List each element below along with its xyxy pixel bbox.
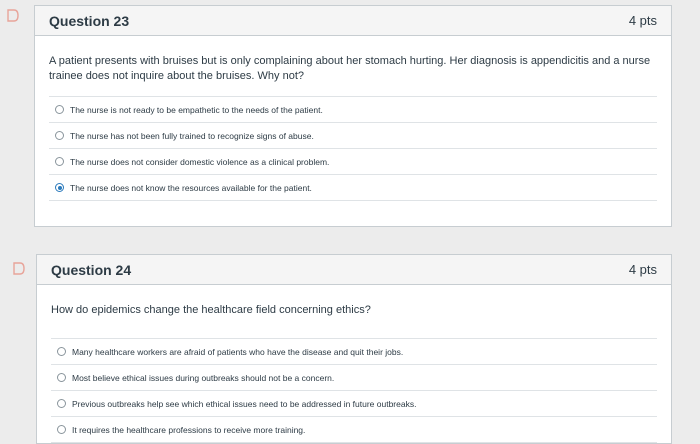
answer-label: It requires the healthcare professions t… [72, 424, 306, 435]
question-text: How do epidemics change the healthcare f… [51, 304, 371, 316]
question-header: Question 24 4 pts [37, 255, 671, 285]
answer-option[interactable]: Previous outbreaks help see which ethica… [51, 391, 657, 417]
answer-list: Many healthcare workers are afraid of pa… [51, 338, 657, 443]
radio-button-selected[interactable] [55, 183, 64, 192]
radio-button[interactable] [57, 399, 66, 408]
question-title: Question 24 [51, 261, 132, 278]
radio-button[interactable] [55, 105, 64, 114]
answer-label: The nurse does not consider domestic vio… [70, 156, 330, 167]
question-card: Question 23 4 pts A patient presents wit… [34, 5, 672, 227]
radio-button[interactable] [55, 157, 64, 166]
answer-option[interactable]: The nurse does not consider domestic vio… [49, 149, 657, 175]
answer-label: Previous outbreaks help see which ethica… [72, 398, 417, 409]
radio-button[interactable] [57, 347, 66, 356]
question-card: Question 24 4 pts How do epidemics chang… [36, 254, 672, 444]
question-header: Question 23 4 pts [35, 6, 671, 36]
answer-option-selected[interactable]: The nurse does not know the resources av… [49, 175, 657, 201]
question-points: 4 pts [628, 262, 657, 277]
answer-option[interactable]: The nurse has not been fully trained to … [49, 123, 657, 149]
answer-label: The nurse does not know the resources av… [70, 182, 312, 193]
answer-option[interactable]: It requires the healthcare professions t… [51, 417, 657, 443]
answer-label: Most believe ethical issues during outbr… [72, 372, 335, 383]
radio-button[interactable] [57, 373, 66, 382]
answer-label: Many healthcare workers are afraid of pa… [72, 346, 404, 357]
question-text: A patient presents with bruises but is o… [49, 55, 651, 82]
flag-icon[interactable] [12, 262, 26, 275]
radio-button[interactable] [55, 131, 64, 140]
answer-option[interactable]: Most believe ethical issues during outbr… [51, 365, 657, 391]
radio-button[interactable] [57, 425, 66, 434]
question-points: 4 pts [628, 13, 657, 28]
flag-icon[interactable] [6, 9, 20, 22]
question-title: Question 23 [49, 12, 130, 29]
answer-option[interactable]: Many healthcare workers are afraid of pa… [51, 339, 657, 365]
answer-label: The nurse has not been fully trained to … [70, 130, 314, 141]
answer-label: The nurse is not ready to be empathetic … [70, 104, 323, 115]
answer-list: The nurse is not ready to be empathetic … [49, 96, 657, 201]
answer-option[interactable]: The nurse is not ready to be empathetic … [49, 97, 657, 123]
